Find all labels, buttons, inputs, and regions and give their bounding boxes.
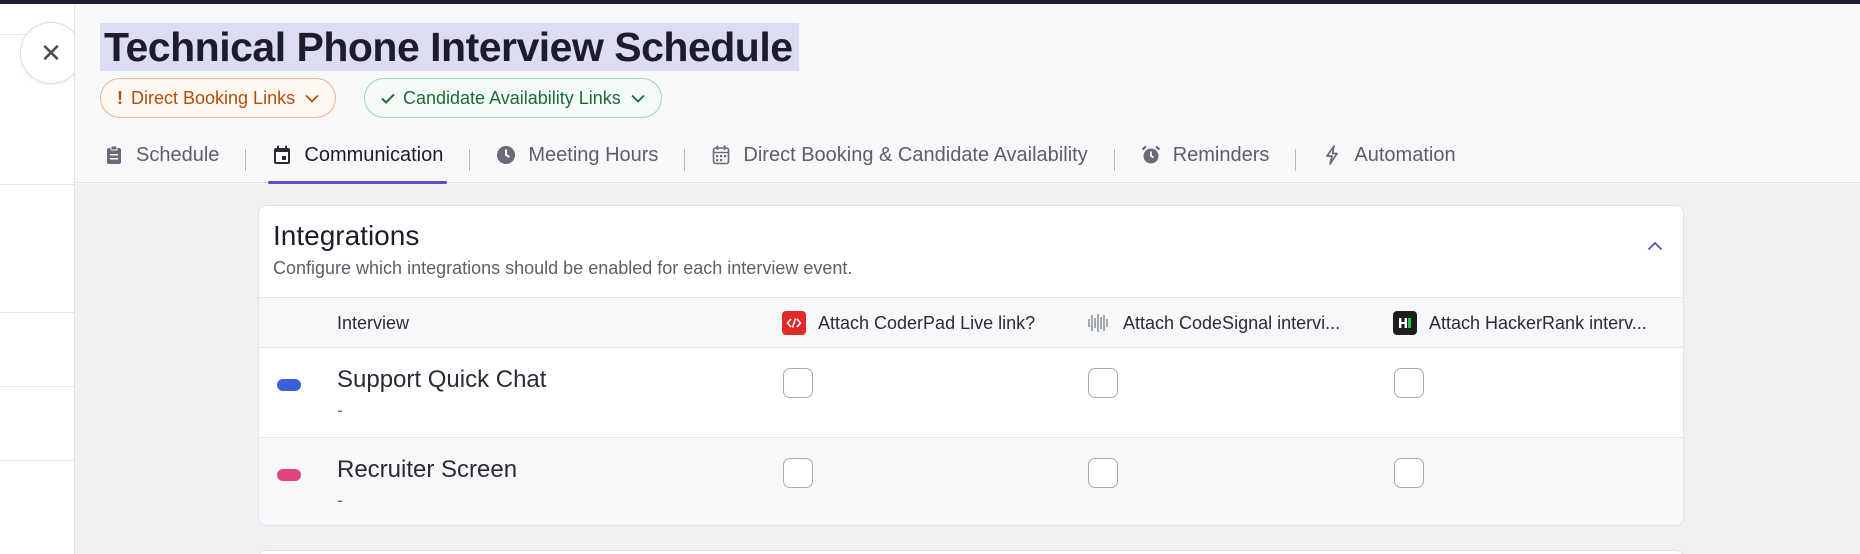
codesignal-checkbox[interactable]: [1088, 458, 1118, 488]
coderpad-logo-icon: [782, 311, 806, 335]
tab-divider: [469, 149, 471, 171]
tab-label: Automation: [1354, 144, 1456, 166]
clock-icon: [496, 145, 516, 165]
tab-direct-booking-candidate-availability[interactable]: Direct Booking & Candidate Availability: [707, 137, 1091, 183]
tab-divider: [1113, 149, 1115, 171]
collapse-button[interactable]: [1644, 236, 1666, 258]
tab-divider: [684, 149, 686, 171]
column-header-coderpad[interactable]: Attach CoderPad Live link?: [782, 298, 1035, 348]
codesignal-checkbox[interactable]: [1088, 368, 1118, 398]
tab-label: Meeting Hours: [528, 144, 659, 166]
event-color-dot: [277, 469, 301, 481]
coderpad-checkbox[interactable]: [783, 458, 813, 488]
interview-name: Support Quick Chat: [337, 366, 547, 393]
event-color-dot: [277, 379, 301, 391]
background-page: [0, 4, 74, 554]
panel-header: Technical Phone Interview Schedule ! Dir…: [75, 4, 1860, 184]
column-header-codesignal[interactable]: Attach CodeSignal intervi...: [1087, 298, 1340, 348]
column-header-interview: Interview: [337, 312, 410, 333]
table-row: Support Quick Chat -: [259, 348, 1683, 438]
codesignal-logo-icon: [1087, 311, 1111, 335]
tab-communication[interactable]: Communication: [268, 137, 448, 184]
direct-booking-links-dropdown[interactable]: ! Direct Booking Links: [100, 78, 337, 118]
interview-subtext: -: [337, 490, 343, 510]
alarm-icon: [1141, 145, 1161, 165]
column-header-label: Attach CoderPad Live link?: [818, 312, 1036, 333]
candidate-availability-links-dropdown[interactable]: Candidate Availability Links: [364, 78, 662, 118]
bolt-icon: [1322, 145, 1342, 165]
direct-booking-links-label: Direct Booking Links: [131, 87, 296, 108]
check-icon: [381, 88, 395, 109]
page-title: Technical Phone Interview Schedule: [100, 23, 799, 71]
tab-label: Direct Booking & Candidate Availability: [743, 144, 1088, 166]
candidate-availability-links-label: Candidate Availability Links: [403, 87, 621, 108]
table-row: Recruiter Screen -: [259, 438, 1683, 525]
table-header: Interview Attach CoderPad Live link? Att…: [259, 297, 1683, 348]
interview-subtext: -: [337, 400, 343, 420]
calendar-icon: [272, 145, 292, 165]
tab-label: Schedule: [136, 144, 220, 166]
hackerrank-checkbox[interactable]: [1394, 458, 1424, 488]
tab-meeting-hours[interactable]: Meeting Hours: [492, 137, 662, 183]
clipboard-icon: [104, 145, 124, 165]
column-header-hackerrank[interactable]: Attach HackerRank interv...: [1393, 298, 1647, 348]
chevron-up-icon: [1647, 238, 1663, 256]
background-divider: [0, 184, 74, 185]
hackerrank-logo-icon: [1393, 311, 1417, 335]
interview-name: Recruiter Screen: [337, 456, 518, 483]
next-section-card: [258, 550, 1684, 554]
background-divider: [0, 460, 74, 461]
column-header-label: Attach CodeSignal intervi...: [1123, 312, 1341, 333]
column-header-label: Attach HackerRank interv...: [1429, 312, 1647, 333]
hackerrank-checkbox[interactable]: [1394, 368, 1424, 398]
background-divider: [0, 386, 74, 387]
integrations-card: Integrations Configure which integration…: [258, 205, 1684, 526]
close-button[interactable]: ✕: [20, 22, 82, 84]
tab-automation[interactable]: Automation: [1318, 137, 1459, 183]
panel-body: Integrations Configure which integration…: [75, 184, 1860, 554]
tab-schedule[interactable]: Schedule: [100, 137, 223, 183]
tab-reminders[interactable]: Reminders: [1137, 137, 1274, 183]
background-divider: [0, 312, 74, 313]
warning-icon: !: [117, 87, 123, 108]
chevron-down-icon: [305, 94, 319, 103]
card-subtitle: Configure which integrations should be e…: [273, 258, 853, 278]
tab-divider: [245, 149, 247, 171]
tab-divider: [1295, 149, 1297, 171]
chevron-down-icon: [631, 94, 645, 103]
close-icon: ✕: [40, 37, 62, 68]
coderpad-checkbox[interactable]: [783, 368, 813, 398]
tab-label: Communication: [304, 144, 444, 166]
card-title: Integrations: [273, 220, 420, 251]
tab-bar: Schedule Communication Meeting Hours Dir…: [100, 137, 1460, 184]
tab-label: Reminders: [1172, 144, 1270, 166]
calendar-grid-icon: [711, 145, 731, 165]
schedule-panel: Technical Phone Interview Schedule ! Dir…: [74, 4, 1860, 554]
